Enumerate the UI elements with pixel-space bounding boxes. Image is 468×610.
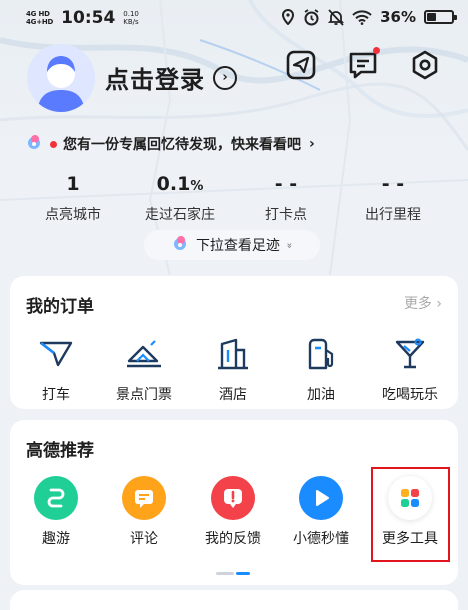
- mascot-icon: [172, 234, 190, 256]
- orders-more-link[interactable]: 更多 ›: [404, 293, 442, 313]
- comment-icon: [122, 476, 166, 520]
- pull-footprint-hint[interactable]: 下拉查看足迹 »: [144, 230, 320, 260]
- battery-icon: [424, 10, 457, 24]
- cocktail-icon: [388, 332, 432, 376]
- fuel-icon: [299, 332, 343, 376]
- chevron-right-icon: ›: [213, 65, 237, 90]
- pull-hint-text: 下拉查看足迹: [195, 238, 280, 254]
- stat-mileage[interactable]: - - 出行里程: [333, 173, 453, 224]
- order-item-taxi[interactable]: 打车: [16, 332, 96, 404]
- recommend-item-fun-trip[interactable]: 趣游: [16, 476, 96, 548]
- recommend-item-quick-video[interactable]: 小德秒懂: [281, 476, 361, 548]
- battery-percent: 36%: [380, 8, 416, 26]
- order-item-food-fun[interactable]: 吃喝玩乐: [370, 332, 450, 404]
- unread-dot: [373, 47, 380, 54]
- ticket-icon: [122, 332, 166, 376]
- orders-title: 我的订单: [26, 297, 94, 317]
- send-button[interactable]: [284, 48, 318, 82]
- orders-card: 我的订单 更多 › 打车 景点门票 酒店 加油 吃喝玩乐: [10, 276, 458, 409]
- alarm-icon: [303, 8, 320, 26]
- message-icon: [349, 52, 377, 79]
- settings-button[interactable]: [408, 48, 442, 82]
- signal-indicator: 4G HD 4G+HD: [26, 10, 54, 26]
- settings-hexagon-icon: [412, 50, 438, 80]
- paper-plane-icon: [286, 50, 316, 80]
- chevron-right-icon: ›: [309, 136, 315, 152]
- wifi-icon: [352, 9, 372, 25]
- network-speed: 0.10 KB/s: [123, 10, 139, 26]
- location-icon: [281, 9, 295, 25]
- recommend-title: 高德推荐: [26, 441, 94, 461]
- messages-button[interactable]: [346, 47, 380, 82]
- status-bar: 4G HD 4G+HD 10:54 0.10 KB/s 36%: [0, 0, 468, 34]
- new-dot: [50, 140, 57, 148]
- taxi-icon: [34, 332, 78, 376]
- avatar[interactable]: [27, 44, 95, 112]
- order-item-ticket[interactable]: 景点门票: [104, 332, 184, 404]
- mascot-icon: [26, 133, 44, 155]
- mute-bell-icon: [328, 8, 345, 26]
- feedback-icon: [211, 476, 255, 520]
- stat-city-progress[interactable]: 0.1% 走过石家庄: [120, 173, 240, 224]
- recommend-item-comment[interactable]: 评论: [104, 476, 184, 548]
- play-icon: [299, 476, 343, 520]
- route-icon: [34, 476, 78, 520]
- status-time: 10:54: [61, 8, 116, 28]
- memory-text: 您有一份专属回忆待发现，快来看看吧: [63, 137, 301, 153]
- order-item-fuel[interactable]: 加油: [281, 332, 361, 404]
- memory-banner[interactable]: 您有一份专属回忆待发现，快来看看吧 ›: [26, 133, 315, 155]
- double-chevron-down-icon: »: [283, 241, 295, 249]
- stat-checkins[interactable]: - - 打卡点: [226, 173, 346, 224]
- login-label: 点击登录: [105, 66, 205, 94]
- recommend-item-feedback[interactable]: 我的反馈: [193, 476, 273, 548]
- order-item-hotel[interactable]: 酒店: [193, 332, 273, 404]
- stat-cities[interactable]: 1 点亮城市: [13, 173, 133, 224]
- hotel-icon: [211, 332, 255, 376]
- login-link[interactable]: 点击登录 ›: [105, 60, 237, 95]
- page-indicator: [216, 572, 252, 576]
- next-card-edge: [10, 590, 458, 610]
- highlight-box: [371, 467, 450, 562]
